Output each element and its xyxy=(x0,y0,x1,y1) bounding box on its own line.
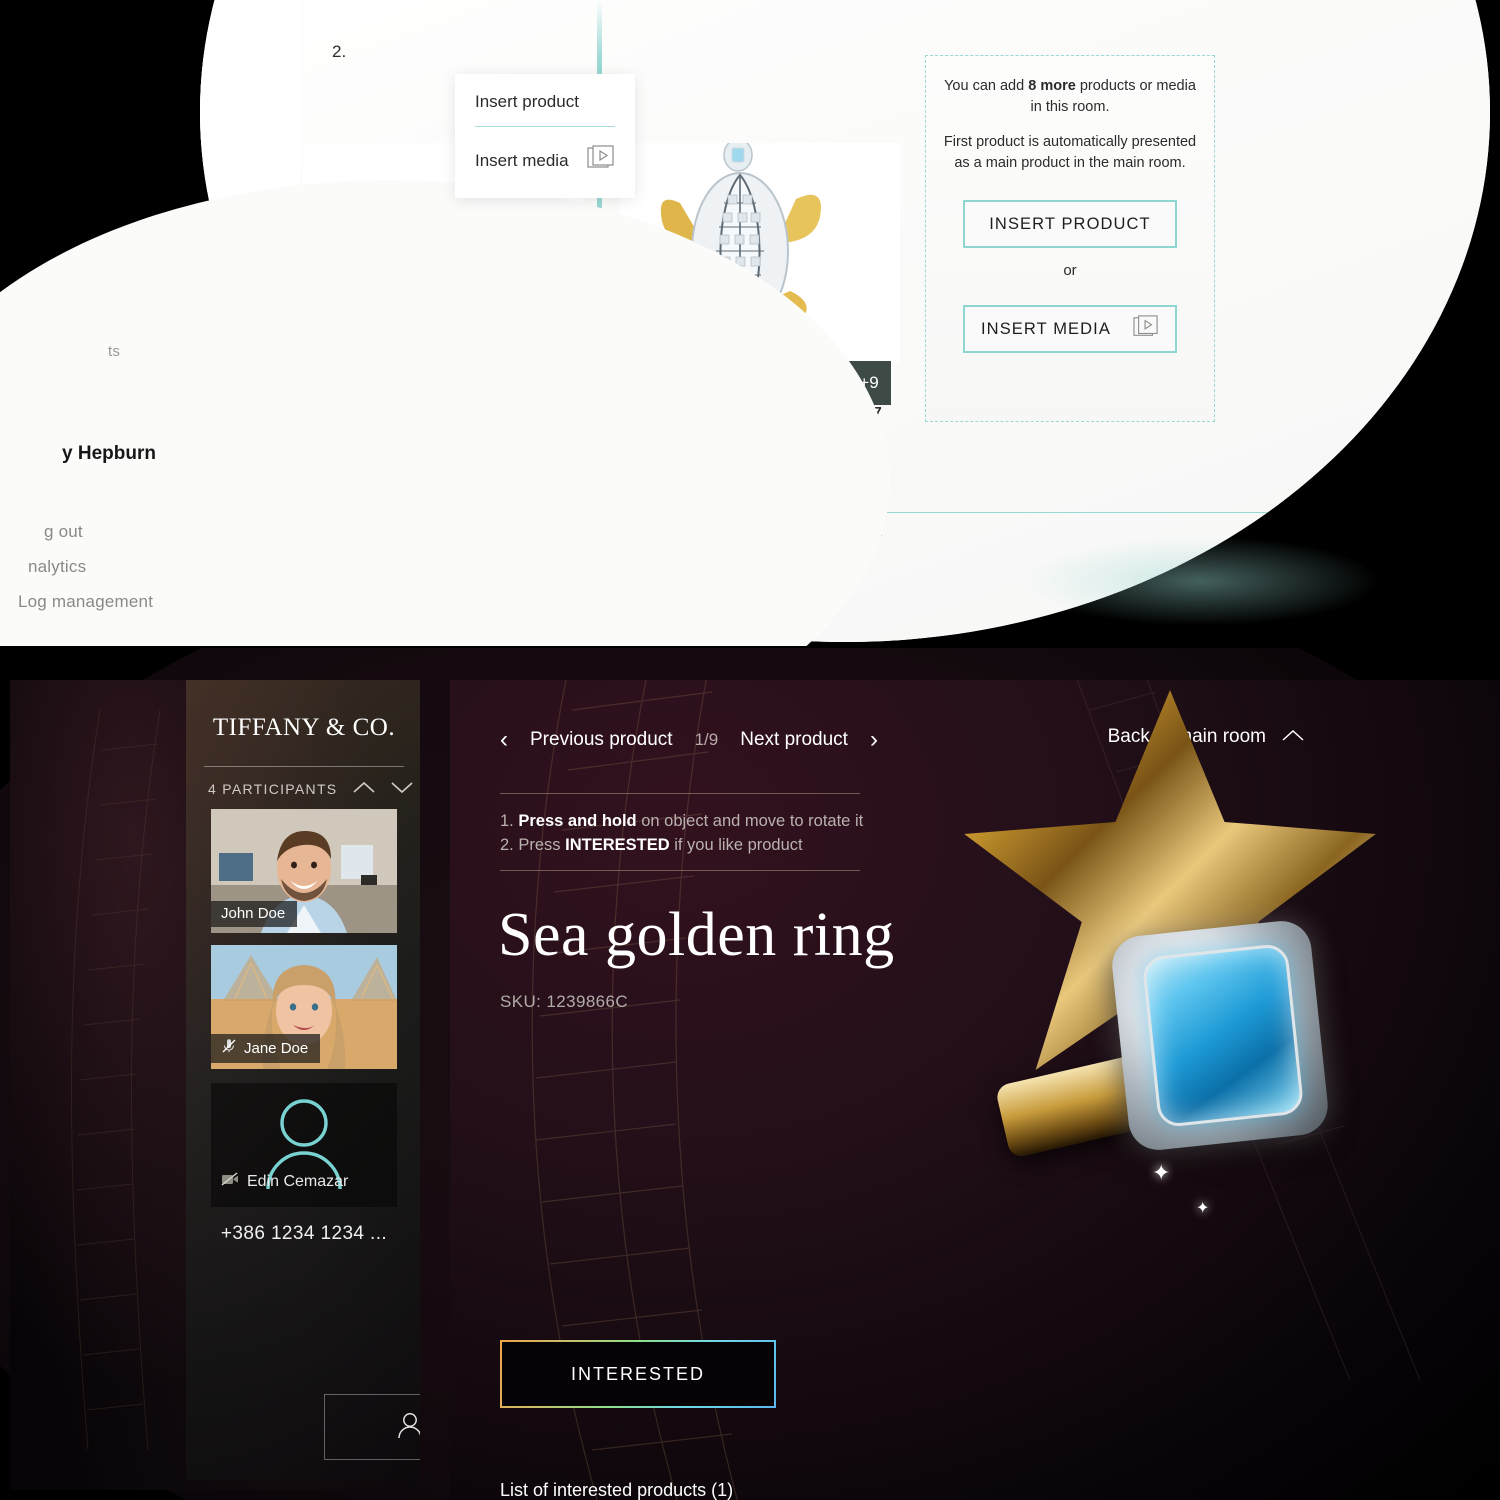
aquamarine-ring-object: ✦ ✦ xyxy=(994,910,1340,1217)
participant-phone-number: +386 1234 1234 ... xyxy=(220,1223,388,1244)
insert-slot-panel: You can add 8 more products or media in … xyxy=(925,55,1215,422)
interested-products-link[interactable]: List of interested products (1) xyxy=(500,1480,734,1500)
screenshot-root: ts y Hepburn g out nalytics Log manageme… xyxy=(0,0,1500,1500)
main-product-hint: First product is automatically presented… xyxy=(943,134,1197,172)
instruction-number: 2. xyxy=(500,835,514,854)
participants-count-label: 4 PARTICIPANTS xyxy=(208,781,338,797)
sidebar-item-log-out-ghost[interactable]: g out xyxy=(44,522,83,542)
participant-name: John Doe xyxy=(221,905,286,922)
participant-video-tile[interactable]: Jane Doe xyxy=(211,945,397,1069)
insert-product-button-label: INSERT PRODUCT xyxy=(989,214,1151,233)
sparkle-icon: ✦ xyxy=(1152,1160,1171,1185)
next-product-button[interactable]: Next product xyxy=(740,729,848,751)
participant-name-tag: Edin Cemazar xyxy=(211,1172,348,1191)
instruction-strong: INTERESTED xyxy=(565,835,670,854)
participants-header: 4 PARTICIPANTS xyxy=(186,767,420,797)
bottom-showroom-panel: TIFFANY & CO. 4 PARTICIPANTS John Doe Ja… xyxy=(0,648,1500,1500)
viewer-instructions: 1. Press and hold on object and move to … xyxy=(500,810,863,858)
brand-logo: TIFFANY & CO. xyxy=(212,714,396,741)
product-sku: SKU: 1239866C xyxy=(500,992,629,1011)
play-media-icon xyxy=(1133,314,1159,344)
instructions-divider-top xyxy=(500,793,860,794)
mic-off-icon xyxy=(221,1038,237,1058)
insert-product-button[interactable]: INSERT PRODUCT xyxy=(963,200,1177,249)
aquamarine-gem xyxy=(1141,942,1305,1129)
menu-item-insert-media-label: Insert media xyxy=(475,150,569,170)
insert-media-button-label: INSERT MEDIA xyxy=(981,319,1111,338)
teal-glow-accent xyxy=(1020,536,1380,626)
top-panel-secondary-reveal: ts y Hepburn g out nalytics Log manageme… xyxy=(0,180,890,646)
product-3d-hero[interactable]: ✦ ✦ xyxy=(920,680,1480,1240)
add-person-icon xyxy=(397,1411,420,1444)
participants-panel: TIFFANY & CO. 4 PARTICIPANTS John Doe Ja… xyxy=(186,680,420,1480)
participants-column: TIFFANY & CO. 4 PARTICIPANTS John Doe Ja… xyxy=(10,680,420,1490)
chevron-down-icon[interactable] xyxy=(391,781,413,797)
top-admin-panel: ts y Hepburn g out nalytics Log manageme… xyxy=(0,0,1500,646)
viewer-top-nav: ‹ Previous product 1/9 Next product › xyxy=(500,726,878,754)
sidebar-item-analytics-ghost[interactable]: nalytics xyxy=(28,557,86,577)
menu-item-insert-product[interactable]: Insert product xyxy=(455,74,635,126)
instruction-number: 1. xyxy=(500,812,514,830)
product-pager: 1/9 xyxy=(694,730,719,749)
insert-media-button[interactable]: INSERT MEDIA xyxy=(963,305,1177,354)
chevron-right-icon[interactable]: › xyxy=(870,726,878,754)
step-number-label: 2. xyxy=(332,42,347,61)
insert-context-menu[interactable]: Insert product Insert media xyxy=(455,74,635,198)
interested-button-label: INTERESTED xyxy=(570,1363,705,1384)
interested-button[interactable]: INTERESTED xyxy=(500,1340,776,1408)
capacity-hint-prefix: You can add xyxy=(944,78,1029,94)
admin-page-sidebar-reveal: ts y Hepburn g out nalytics Log manageme… xyxy=(0,180,890,646)
chevron-left-icon[interactable]: ‹ xyxy=(500,726,508,754)
instruction-pre: Press xyxy=(518,835,566,854)
participant-name-tag: John Doe xyxy=(211,901,298,927)
sidebar-item-log-management-ghost[interactable]: Log management xyxy=(18,592,153,612)
instruction-rest: if you like product xyxy=(669,835,803,854)
participant-video-tile[interactable]: John Doe xyxy=(211,809,397,933)
participant-audio-tile[interactable]: Edin Cemazar xyxy=(211,1083,397,1207)
instructions-divider-bottom xyxy=(500,870,860,871)
capacity-hint-count: 8 more xyxy=(1028,78,1076,94)
chevron-up-icon[interactable] xyxy=(353,781,375,797)
participant-name: Edin Cemazar xyxy=(247,1172,349,1190)
instruction-strong: Press and hold xyxy=(518,812,637,830)
camera-off-icon xyxy=(221,1172,239,1191)
sparkle-icon: ✦ xyxy=(1196,1200,1210,1217)
capacity-hint: You can add 8 more products or media in … xyxy=(926,56,1214,118)
product-viewer: ‹ Previous product 1/9 Next product › Ba… xyxy=(450,680,1500,1500)
participant-name: Jane Doe xyxy=(244,1039,309,1057)
interested-products-label: List of interested products (1) xyxy=(500,1480,734,1500)
menu-item-insert-media[interactable]: Insert media xyxy=(455,127,635,190)
add-participant-button[interactable] xyxy=(324,1394,420,1460)
page-title: Sea golden ring xyxy=(498,901,895,969)
sidebar-user-name-ghost: y Hepburn xyxy=(62,443,156,464)
or-separator-label: or xyxy=(1063,262,1077,280)
instruction-line: 1. Press and hold on object and move to … xyxy=(500,810,863,834)
menu-item-insert-product-label: Insert product xyxy=(475,92,579,111)
participant-name-tag: Jane Doe xyxy=(211,1034,321,1063)
instruction-rest: on object and move to rotate it xyxy=(636,812,864,830)
sidebar-item-products-ghost[interactable]: ts xyxy=(108,343,120,360)
play-media-icon xyxy=(587,145,615,176)
instruction-line: 2. Press INTERESTED if you like product xyxy=(500,834,863,858)
previous-product-button[interactable]: Previous product xyxy=(530,729,673,751)
